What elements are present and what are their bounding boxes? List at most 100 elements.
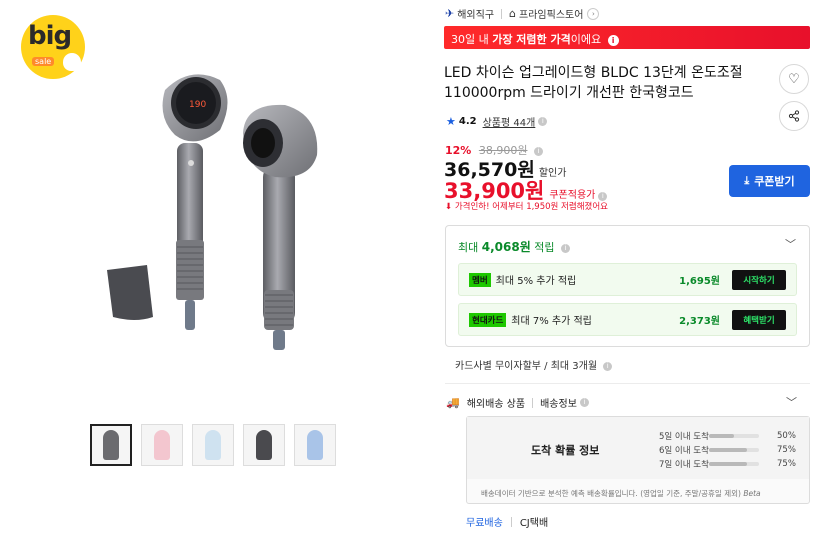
- dryer-front-illustration: 190: [162, 74, 228, 330]
- arrival-bar: [709, 434, 759, 438]
- shipping-info-label[interactable]: 배송정보: [540, 395, 577, 410]
- points-header[interactable]: 최대 4,068원 적립 i: [458, 238, 570, 255]
- divider: [510, 516, 512, 527]
- get-benefit-button[interactable]: 혜택받기: [732, 309, 786, 330]
- heart-icon: ♡: [788, 71, 800, 87]
- mascot-icon: [63, 53, 81, 71]
- rating-score: 4.2: [458, 116, 477, 127]
- arrival-bar: [709, 462, 759, 466]
- thumbnail-4[interactable]: [243, 424, 285, 466]
- store-name-link[interactable]: 프라임픽스토어: [519, 6, 583, 21]
- product-title: LED 차이슨 업그레이드형 BLDC 13단계 온도조절 110000rpm …: [444, 65, 743, 101]
- arrival-bar: [709, 448, 759, 452]
- points-suffix: 적립: [530, 241, 555, 254]
- store-icon: ⌂: [509, 7, 517, 20]
- price-drop-text: 가격인하! 어제부터 1,950원 저렴해졌어요: [454, 202, 608, 212]
- product-image[interactable]: 190: [95, 55, 365, 355]
- rating-row: ★ 4.2 상품평 44개 i: [446, 114, 548, 129]
- card-promo: 현대카드 최대 7% 추가 적립 2,373원 혜택받기: [458, 303, 797, 336]
- thumbnail-strip: [90, 424, 336, 466]
- arrival-bar-fill: [709, 434, 734, 438]
- nozzle-attachment-illustration: [107, 265, 153, 320]
- download-icon: ⤓: [744, 174, 750, 187]
- divider: [532, 397, 534, 408]
- reviews-link[interactable]: 상품평 44개: [483, 114, 536, 129]
- arrival-row: 7일 이내 도착 75%: [659, 457, 801, 471]
- info-icon[interactable]: i: [538, 117, 548, 126]
- arrival-bar-fill: [709, 448, 747, 452]
- hero-display-readout: 190: [189, 100, 206, 110]
- promo-amount: 2,373원: [679, 316, 720, 327]
- get-coupon-button[interactable]: ⤓ 쿠폰받기: [729, 165, 810, 197]
- installment-text: 카드사별 무이자할부 / 최대 3개월: [455, 361, 598, 372]
- thumbnail-4-image: [256, 430, 272, 460]
- thumbnail-2[interactable]: [141, 424, 183, 466]
- banner-suffix: 이에요: [570, 33, 602, 46]
- thumbnail-5[interactable]: [294, 424, 336, 466]
- arrival-rows: 5일 이내 도착 50% 6일 이내 도착 75% 7일 이내 도착 75%: [659, 429, 801, 471]
- thumbnail-5-image: [307, 430, 323, 460]
- membership-promo: 멤버 최대 5% 추가 적립 1,695원 시작하기: [458, 263, 797, 296]
- points-prefix: 최대: [458, 241, 482, 254]
- info-icon[interactable]: i: [607, 35, 619, 46]
- lowest-price-banner: 30일 내 가장 저렴한 가격이에요 i: [444, 26, 810, 49]
- info-icon[interactable]: i: [579, 398, 589, 407]
- arrival-label: 6일 이내 도착: [659, 446, 709, 456]
- arrival-note: 배송데이터 기반으로 분석한 예측 배송확률입니다. (영업일 기준, 주말/공…: [481, 488, 761, 499]
- arrival-bar-fill: [709, 462, 747, 466]
- divider: [501, 8, 503, 19]
- info-icon[interactable]: i: [603, 361, 613, 371]
- promo-text: 최대 5% 추가 적립: [495, 276, 577, 287]
- arrival-row: 6일 이내 도착 75%: [659, 443, 801, 457]
- wishlist-button[interactable]: ♡: [779, 64, 809, 94]
- airplane-icon: ✈: [445, 7, 455, 20]
- dryer-side-illustration: [243, 104, 318, 350]
- share-icon: [788, 110, 800, 122]
- arrival-label: 7일 이내 도착: [659, 460, 709, 470]
- info-icon[interactable]: i: [561, 243, 570, 253]
- arrival-pct: 50%: [777, 431, 796, 441]
- chevron-down-icon[interactable]: ﹀: [785, 236, 796, 252]
- thumbnail-1[interactable]: [90, 424, 132, 466]
- overseas-label: 해외직구: [457, 10, 495, 21]
- star-icon: ★: [446, 115, 456, 128]
- thumbnail-3[interactable]: [192, 424, 234, 466]
- arrival-probability-box: 도착 확률 정보 5일 이내 도착 50% 6일 이내 도착 75% 7일 이내…: [466, 416, 810, 504]
- banner-highlight: 가장 저렴한 가격: [492, 33, 571, 46]
- banner-prefix: 30일 내: [451, 33, 493, 46]
- arrival-pct: 75%: [777, 445, 796, 455]
- truck-icon: 🚚: [446, 396, 460, 409]
- arrival-note-text: 배송데이터 기반으로 분석한 예측 배송확률입니다. (영업일 기준, 주말/공…: [481, 489, 741, 498]
- coupon-price-label: 쿠폰적용가: [549, 190, 596, 201]
- arrival-label: 5일 이내 도착: [659, 432, 709, 442]
- chevron-right-icon[interactable]: ›: [587, 7, 600, 20]
- shipping-row: 🚚 해외배송 상품 배송정보 i: [446, 395, 589, 410]
- carrier-label: CJ택배: [519, 518, 549, 529]
- down-arrow-icon: ⬇: [445, 202, 453, 212]
- coupon-button-label: 쿠폰받기: [754, 175, 795, 188]
- installment-info: 카드사별 무이자할부 / 최대 3개월 i: [455, 357, 613, 372]
- chevron-down-icon[interactable]: ﹀: [786, 394, 797, 410]
- share-button[interactable]: [779, 101, 809, 131]
- promo-text: 최대 7% 추가 적립: [511, 316, 592, 327]
- arrival-title: 도착 확률 정보: [531, 444, 600, 457]
- promo-tag: 멤버: [469, 272, 491, 287]
- arrival-row: 5일 이내 도착 50%: [659, 429, 801, 443]
- big-sale-badge: big sale: [21, 15, 85, 79]
- beta-label: Beta: [743, 489, 761, 498]
- badge-sale-text: sale: [32, 57, 55, 66]
- start-membership-button[interactable]: 시작하기: [732, 269, 786, 290]
- thumbnail-2-image: [154, 430, 170, 460]
- shipping-methods: 무료배송 CJ택배: [466, 514, 548, 529]
- arrival-pct: 75%: [777, 459, 796, 469]
- thumbnail-1-image: [103, 430, 119, 460]
- seller-row: ✈ 해외직구 ⌂ 프라임픽스토어 ›: [445, 6, 600, 21]
- points-box: 최대 4,068원 적립 i ﹀ 멤버 최대 5% 추가 적립 1,695원 시…: [445, 225, 810, 347]
- promo-tag: 현대카드: [469, 312, 507, 327]
- promo-amount: 1,695원: [679, 276, 720, 287]
- thumbnail-3-image: [205, 430, 221, 460]
- badge-big-text: big: [28, 21, 72, 51]
- price-drop-note: ⬇ 가격인하! 어제부터 1,950원 저렴해졌어요: [445, 200, 608, 212]
- section-divider: [445, 383, 810, 384]
- shipping-type: 해외배송 상품: [466, 399, 526, 410]
